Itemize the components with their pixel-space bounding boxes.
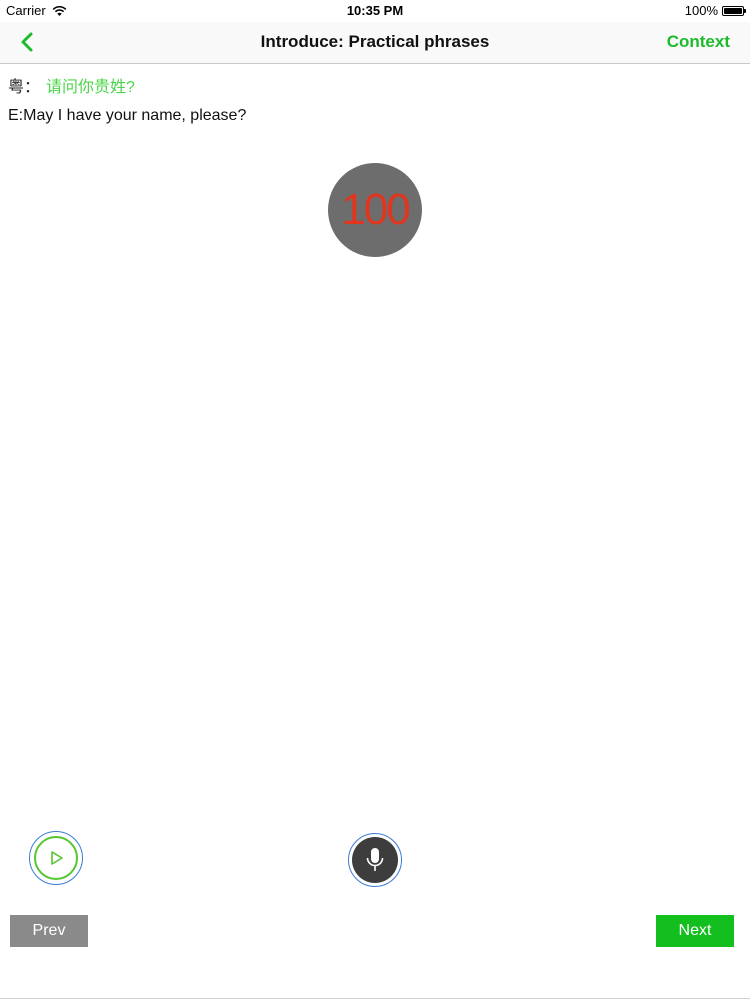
score-value: 100: [341, 185, 410, 234]
record-button-inner: [352, 837, 398, 883]
page-title: Introduce: Practical phrases: [260, 32, 490, 51]
record-button[interactable]: [348, 833, 402, 887]
bottom-divider: [0, 998, 750, 999]
microphone-icon: [366, 848, 384, 871]
cantonese-phrase[interactable]: 请问你贵姓?: [46, 73, 135, 97]
battery-tip: [744, 8, 746, 13]
navigation-bar: Introduce: Practical phrases Context: [0, 22, 750, 64]
status-right: 100%: [684, 3, 746, 18]
play-icon: [51, 851, 63, 865]
cantonese-prefix: 粤：: [8, 79, 41, 96]
context-button[interactable]: Context: [667, 32, 730, 52]
play-button-inner: [34, 836, 78, 880]
status-time: 10:35 PM: [346, 3, 404, 18]
next-button[interactable]: Next: [656, 915, 734, 947]
status-bar: Carrier 10:35 PM 100%: [0, 0, 750, 22]
cantonese-line: 粤： 请问你贵姓?: [8, 73, 135, 97]
battery-fill: [724, 7, 742, 14]
battery-percent: 100%: [684, 3, 718, 18]
score-badge: 100: [328, 163, 422, 257]
play-button[interactable]: [29, 831, 83, 885]
battery-icon: [722, 5, 746, 16]
english-line: E:May I have your name, please?: [8, 107, 247, 124]
prev-button[interactable]: Prev: [10, 915, 88, 947]
